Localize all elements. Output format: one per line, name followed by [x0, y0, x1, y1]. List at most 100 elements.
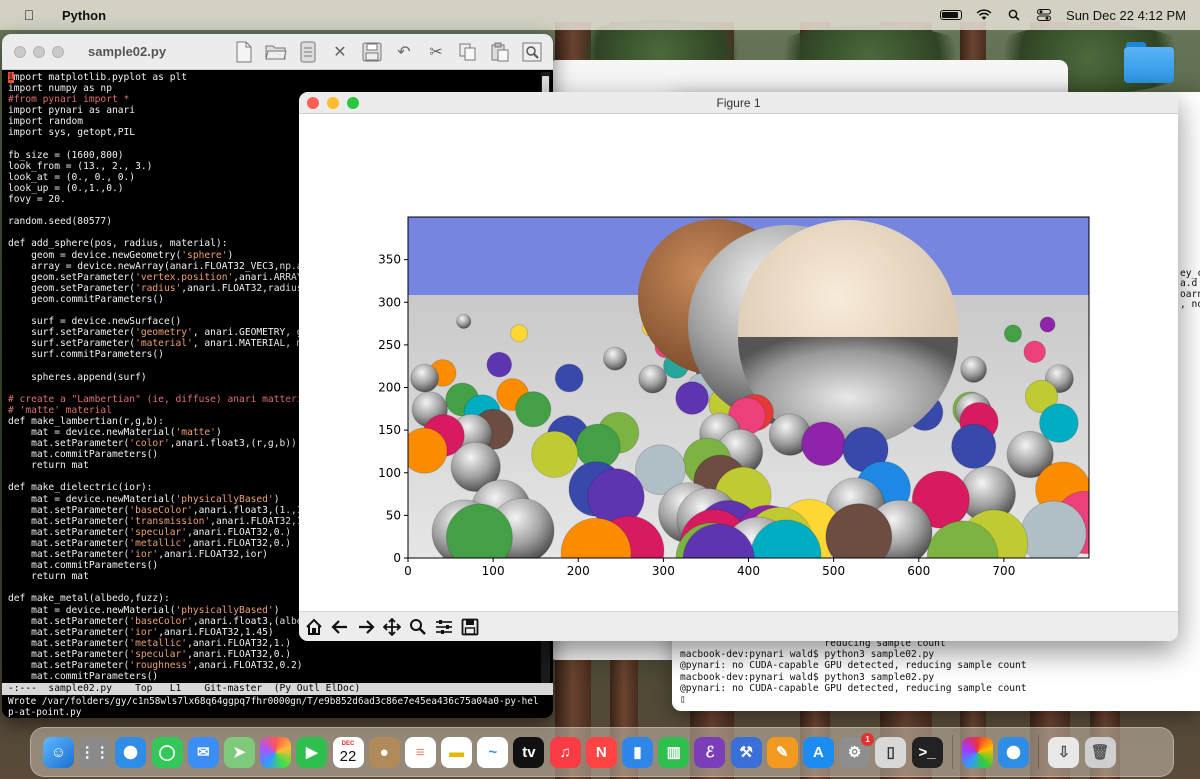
- undo-icon[interactable]: ↶: [392, 40, 416, 64]
- pages-icon[interactable]: ✎: [766, 736, 798, 768]
- minimize-window-button[interactable]: [33, 45, 45, 58]
- terminal-line-fragment: , no: [1180, 299, 1200, 310]
- facetime-icon[interactable]: ▶: [296, 736, 328, 768]
- desktop-folder-icon[interactable]: [1124, 40, 1174, 84]
- apple-menu-icon[interactable]: : [20, 7, 38, 23]
- pan-icon[interactable]: [381, 616, 403, 638]
- zoom-icon[interactable]: [407, 616, 429, 638]
- spotlight-search-icon[interactable]: [1006, 8, 1022, 22]
- battery-icon[interactable]: [940, 10, 963, 20]
- new-file-icon[interactable]: [232, 40, 256, 64]
- app-menu-name[interactable]: Python: [62, 8, 106, 23]
- zoom-window-button[interactable]: [52, 45, 64, 58]
- terminal-clipped-output: ey_ca.doarn, no: [1180, 174, 1200, 311]
- matplotlib-figure-window[interactable]: Figure 1 0 100 200 300 400 500 600 700 0 50 100 150…: [299, 92, 1178, 641]
- sphere: [602, 346, 628, 371]
- search-icon[interactable]: [520, 40, 544, 64]
- iphone-mirroring-icon[interactable]: ▯: [875, 736, 907, 768]
- numbers-icon[interactable]: ▥: [658, 736, 690, 768]
- menu-bar-clock[interactable]: Sun Dec 22 4:12 PM: [1066, 8, 1186, 23]
- dock-separator: [1038, 735, 1040, 769]
- sphere: [750, 519, 822, 558]
- color-picker-icon[interactable]: [961, 736, 993, 768]
- window-controls: [14, 45, 64, 58]
- editor-toolbar: ✕ ↶ ✂: [232, 40, 544, 64]
- editor-window-title: sample02.py: [88, 44, 167, 59]
- minibuffer[interactable]: Wrote /var/folders/gy/c1n58wls7lx68q64gg…: [8, 696, 548, 718]
- y-tick-label: 250: [378, 338, 401, 352]
- x-tick-label: 600: [907, 564, 930, 578]
- terminal-icon[interactable]: >_: [911, 736, 943, 768]
- notification-badge: 1: [861, 732, 875, 746]
- y-tick-label: 100: [378, 466, 401, 480]
- trash-icon[interactable]: 🗑: [1084, 736, 1116, 768]
- terminal-line-fragment: [1180, 216, 1200, 227]
- home-icon[interactable]: [303, 616, 325, 638]
- calendar-month: DEC: [341, 740, 355, 747]
- downloads-icon[interactable]: ⇩: [1048, 736, 1080, 768]
- finder-icon[interactable]: ☺: [43, 736, 74, 768]
- y-tick-label: 0: [393, 551, 401, 565]
- maps-icon[interactable]: ➤: [223, 736, 255, 768]
- sphere: [801, 421, 846, 467]
- calendar-icon[interactable]: DEC 22: [332, 736, 364, 768]
- editor-title-bar[interactable]: sample02.py ✕ ↶ ✂: [2, 34, 553, 70]
- status-area: Sun Dec 22 4:12 PM: [940, 0, 1186, 30]
- save-file-icon[interactable]: [360, 40, 384, 64]
- forward-arrow-icon[interactable]: [355, 616, 377, 638]
- emacs-icon[interactable]: ℰ: [694, 736, 726, 768]
- copy-icon[interactable]: [456, 40, 480, 64]
- safari-icon[interactable]: [115, 736, 147, 768]
- sphere: [682, 523, 755, 558]
- freeform-icon[interactable]: ~: [477, 736, 509, 768]
- paste-icon[interactable]: [488, 40, 512, 64]
- keynote-icon[interactable]: ▮: [622, 736, 653, 768]
- sphere: [675, 381, 709, 415]
- calendar-day: 22: [339, 747, 357, 765]
- wifi-icon[interactable]: [976, 8, 992, 22]
- code-line: import matplotlib.pyplot as plt: [8, 72, 188, 83]
- photos-icon[interactable]: [260, 736, 292, 768]
- rendered-image: [408, 217, 1089, 558]
- dired-icon[interactable]: [296, 40, 320, 64]
- close-window-button[interactable]: [14, 45, 26, 58]
- dock: ☺ ⋮⋮ ◯ ✉ ➤ ▶ DEC 22 ● ≡ ▬ ~ tv ♫ N ▮ ▥ ℰ …: [30, 727, 1174, 777]
- back-arrow-icon[interactable]: [329, 616, 351, 638]
- notes-icon[interactable]: ▬: [441, 736, 473, 768]
- terminal-line-fragment: [1180, 195, 1200, 206]
- system-settings-icon[interactable]: ⚙ 1: [839, 732, 875, 768]
- sphere: [531, 430, 579, 478]
- y-tick-label: 350: [378, 253, 401, 267]
- reminders-icon[interactable]: ≡: [404, 736, 436, 768]
- xcode-icon[interactable]: ⚒: [730, 736, 762, 768]
- open-folder-icon[interactable]: [264, 40, 288, 64]
- messages-icon[interactable]: ◯: [151, 736, 183, 768]
- terminal-line: @pynari: no CUDA-capable GPU detected, r…: [680, 682, 1027, 694]
- code-line: mat.setParameter('roughness',anari.FLOAT…: [8, 659, 303, 671]
- music-icon[interactable]: ♫: [549, 736, 581, 768]
- terminal-line-fragment: a.d: [1180, 278, 1198, 289]
- safari-window-icon[interactable]: [998, 736, 1030, 768]
- news-icon[interactable]: N: [585, 736, 617, 768]
- mode-line: -:--- sample02.py Top L1 Git-master (Py …: [2, 683, 553, 695]
- y-tick-label: 300: [378, 295, 401, 309]
- app-store-icon[interactable]: A: [802, 736, 834, 768]
- x-tick-label: 700: [992, 564, 1015, 578]
- save-icon[interactable]: [459, 616, 481, 638]
- figure-title-bar[interactable]: Figure 1: [299, 92, 1178, 114]
- x-tick-label: 400: [737, 564, 760, 578]
- close-buffer-icon[interactable]: ✕: [328, 40, 352, 64]
- control-center-icon[interactable]: [1036, 8, 1052, 22]
- cut-icon[interactable]: ✂: [424, 40, 448, 64]
- configure-subplots-icon[interactable]: [433, 616, 455, 638]
- terminal-output: reducing sample count macbook-dev:pynari …: [680, 638, 1027, 705]
- apple-tv-icon[interactable]: tv: [513, 736, 545, 768]
- figure-canvas[interactable]: 0 100 200 300 400 500 600 700 0 50 100 150 200 250 300…: [299, 114, 1178, 611]
- terminal-line: ▯: [680, 694, 686, 706]
- sphere: [486, 351, 513, 378]
- x-tick-label: 500: [822, 564, 845, 578]
- mail-icon[interactable]: ✉: [187, 736, 219, 768]
- launchpad-icon[interactable]: ⋮⋮: [79, 736, 111, 768]
- contacts-icon[interactable]: ●: [368, 736, 400, 768]
- y-tick-label: 150: [378, 423, 401, 437]
